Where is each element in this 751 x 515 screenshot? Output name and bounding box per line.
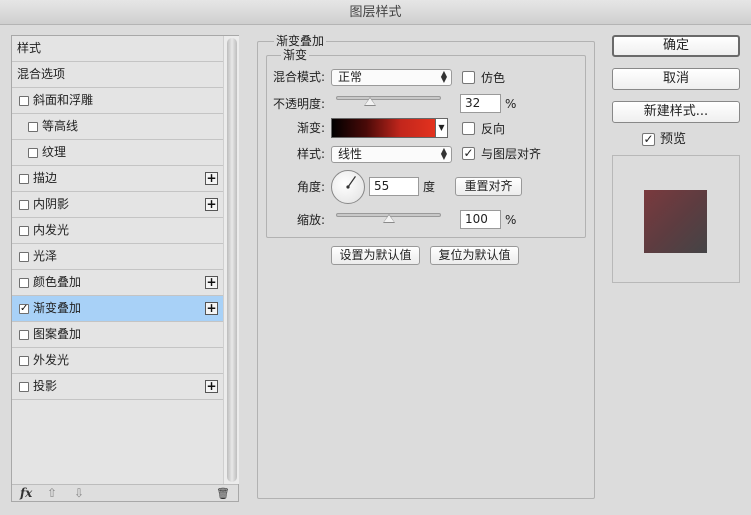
blend-mode-label: 混合模式: (272, 70, 325, 84)
style-list-item-label: 外发光 (33, 353, 70, 367)
add-effect-icon[interactable]: + (205, 380, 218, 393)
style-list-item[interactable]: 光泽 (12, 244, 223, 270)
style-list-item-checkbox[interactable] (19, 226, 29, 236)
move-up-icon[interactable]: ⇧ (47, 486, 57, 501)
style-list-item[interactable]: 颜色叠加 + (12, 270, 223, 296)
reverse-label: 反向 (481, 122, 506, 136)
select-arrows-icon: ▲ ▼ (440, 146, 447, 161)
style-list-item[interactable]: 内发光 (12, 218, 223, 244)
style-list-item[interactable]: 斜面和浮雕 (12, 88, 223, 114)
gradient-dropdown-icon[interactable]: ▼ (436, 118, 448, 138)
opacity-unit: % (505, 97, 517, 111)
angle-input[interactable]: 55 (369, 177, 419, 196)
style-list-item-label: 颜色叠加 (33, 275, 82, 289)
style-list-item-checkbox[interactable] (19, 382, 29, 392)
ok-button[interactable]: 确定 (612, 35, 740, 57)
style-list-item-label: 投影 (33, 379, 58, 393)
angle-label: 角度: (296, 180, 325, 194)
style-list-item-label: 等高线 (42, 119, 79, 133)
style-list-item-checkbox[interactable] (19, 330, 29, 340)
style-list-item-checkbox[interactable] (19, 174, 29, 184)
scrollbar-thumb[interactable] (227, 38, 237, 482)
opacity-slider-thumb[interactable] (363, 97, 376, 106)
select-arrows-icon: ▲ ▼ (440, 69, 447, 84)
window-titlebar: 图层样式 (0, 0, 751, 25)
reset-alignment-button[interactable]: 重置对齐 (455, 177, 522, 196)
style-list-item-label: 内阴影 (33, 197, 70, 211)
add-effect-icon[interactable]: + (205, 302, 218, 315)
style-list-item[interactable]: 描边 + (12, 166, 223, 192)
add-effect-icon[interactable]: + (205, 172, 218, 185)
style-list-item[interactable]: 纹理 (12, 140, 223, 166)
angle-unit: 度 (423, 180, 436, 194)
scale-slider-thumb[interactable] (382, 214, 395, 223)
preview-checkbox[interactable]: ✓ (642, 133, 655, 146)
style-label: 样式: (296, 147, 325, 161)
style-list-item-checkbox[interactable] (28, 122, 38, 132)
scale-input[interactable]: 100 (460, 210, 501, 229)
style-list-item-checkbox[interactable] (19, 356, 29, 366)
style-list-item-label: 混合选项 (17, 67, 66, 81)
style-list-item-label: 斜面和浮雕 (33, 93, 94, 107)
cancel-button[interactable]: 取消 (612, 68, 740, 90)
scale-label: 缩放: (296, 213, 325, 227)
new-style-button[interactable]: 新建样式... (612, 101, 740, 123)
style-list-item[interactable]: 内阴影 + (12, 192, 223, 218)
blend-mode-select[interactable]: 正常 ▲ ▼ (331, 69, 452, 86)
style-list-item[interactable]: 投影 + (12, 374, 223, 400)
style-list-item[interactable]: ✓ 渐变叠加 + (12, 296, 223, 322)
blend-mode-value: 正常 (338, 70, 363, 84)
style-list-item-label: 样式 (17, 41, 42, 55)
gradient-picker[interactable] (331, 118, 436, 138)
style-list-item-checkbox[interactable] (19, 252, 29, 262)
style-list-item-label: 内发光 (33, 223, 70, 237)
style-list-item-checkbox[interactable] (19, 200, 29, 210)
align-with-layer-label: 与图层对齐 (481, 147, 542, 161)
preview-box (612, 155, 740, 283)
preview-label: 预览 (660, 132, 687, 147)
angle-dial-needle-icon (346, 176, 356, 189)
style-select[interactable]: 线性 ▲ ▼ (331, 146, 452, 163)
add-effect-icon[interactable]: + (205, 276, 218, 289)
opacity-slider-track[interactable] (336, 96, 441, 100)
style-value: 线性 (338, 147, 363, 161)
scale-unit: % (505, 213, 517, 227)
style-list-item-label: 光泽 (33, 249, 58, 263)
style-list-scrollbar[interactable] (223, 36, 239, 484)
move-down-icon[interactable]: ⇩ (74, 486, 84, 501)
style-list-item-label: 描边 (33, 171, 58, 185)
angle-dial[interactable] (331, 170, 365, 204)
trash-icon[interactable]: 🗑 (216, 486, 230, 501)
style-list-item-checkbox[interactable]: ✓ (19, 304, 29, 314)
style-list-item-checkbox[interactable] (19, 278, 29, 288)
style-list-footer: fx ⇧ ⇩ 🗑 (12, 484, 238, 501)
style-list-item-label: 纹理 (42, 145, 67, 159)
subsection-title: 渐变 (281, 48, 310, 62)
style-list-item[interactable]: 外发光 (12, 348, 223, 374)
opacity-label: 不透明度: (272, 97, 325, 111)
gradient-label: 渐变: (296, 121, 325, 135)
reverse-checkbox[interactable] (462, 122, 475, 135)
style-list-panel: 样式 混合选项 斜面和浮雕等高线纹理描边 + 内阴影 + 内发光光泽颜色叠加 + ✓ 渐变叠加… (11, 35, 239, 502)
add-effect-icon[interactable]: + (205, 198, 218, 211)
reset-to-default-button[interactable]: 复位为默认值 (430, 246, 519, 265)
fx-icon[interactable]: fx (20, 486, 32, 501)
style-list-item-styles[interactable]: 样式 (12, 36, 223, 62)
style-list-item-blending-options[interactable]: 混合选项 (12, 62, 223, 88)
section-title: 渐变叠加 (274, 34, 327, 48)
align-with-layer-checkbox[interactable]: ✓ (462, 147, 475, 160)
style-list-item[interactable]: 图案叠加 (12, 322, 223, 348)
dither-label: 仿色 (481, 71, 506, 85)
preview-swatch (644, 190, 707, 253)
style-list-item-checkbox[interactable] (28, 148, 38, 158)
dither-checkbox[interactable] (462, 71, 475, 84)
set-as-default-button[interactable]: 设置为默认值 (331, 246, 420, 265)
style-list: 样式 混合选项 斜面和浮雕等高线纹理描边 + 内阴影 + 内发光光泽颜色叠加 + ✓ 渐变叠加… (12, 36, 223, 484)
opacity-input[interactable]: 32 (460, 94, 501, 113)
window-title: 图层样式 (349, 5, 402, 20)
style-list-item-label: 图案叠加 (33, 327, 82, 341)
style-list-item[interactable]: 等高线 (12, 114, 223, 140)
style-list-item-label: 渐变叠加 (33, 301, 82, 315)
style-list-item-checkbox[interactable] (19, 96, 29, 106)
